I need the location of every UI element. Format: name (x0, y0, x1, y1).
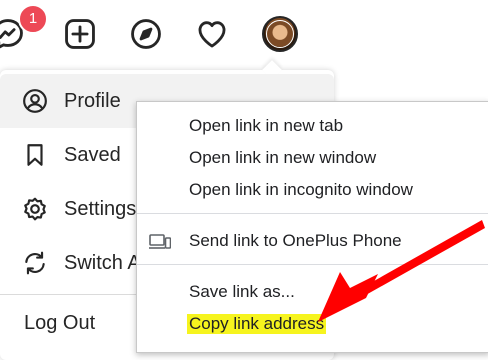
activity-heart-icon[interactable] (194, 16, 230, 52)
ctx-open-new-window[interactable]: Open link in new window (137, 142, 488, 174)
switch-arrows-icon (25, 251, 45, 275)
ctx-send-to-device[interactable]: Send link to OnePlus Phone (137, 225, 488, 257)
ctx-open-incognito[interactable]: Open link in incognito window (137, 174, 488, 206)
browser-context-menu: Open link in new tab Open link in new wi… (136, 101, 488, 353)
ctx-item-label: Send link to OnePlus Phone (189, 231, 402, 250)
devices-icon (149, 234, 171, 249)
menu-item-label: Settings (64, 197, 137, 220)
logout-label: Log Out (24, 312, 96, 334)
notification-badge: 1 (18, 4, 48, 34)
ctx-item-label-highlighted: Copy link address (187, 314, 327, 334)
top-nav-bar: 1 (0, 0, 488, 70)
ctx-separator (137, 213, 488, 214)
menu-item-label: Saved (64, 143, 121, 166)
ctx-copy-link-address[interactable]: Copy link address (137, 308, 488, 340)
ctx-item-label: Save link as... (189, 282, 295, 301)
explore-compass-icon[interactable] (128, 16, 164, 52)
ctx-save-link-as[interactable]: Save link as... (137, 276, 488, 308)
avatar-ring (266, 20, 294, 48)
ctx-separator (137, 264, 488, 265)
person-circle-icon (23, 89, 47, 113)
ctx-item-label: Open link in new tab (189, 116, 344, 135)
profile-avatar[interactable] (262, 16, 298, 52)
bookmark-icon (27, 144, 43, 166)
ctx-item-label: Open link in incognito window (189, 180, 413, 199)
gear-icon (24, 197, 46, 221)
ctx-item-label: Open link in new window (189, 148, 377, 167)
menu-item-label: Profile (64, 89, 121, 112)
ctx-open-new-tab[interactable]: Open link in new tab (137, 110, 488, 142)
new-post-icon[interactable] (62, 16, 98, 52)
